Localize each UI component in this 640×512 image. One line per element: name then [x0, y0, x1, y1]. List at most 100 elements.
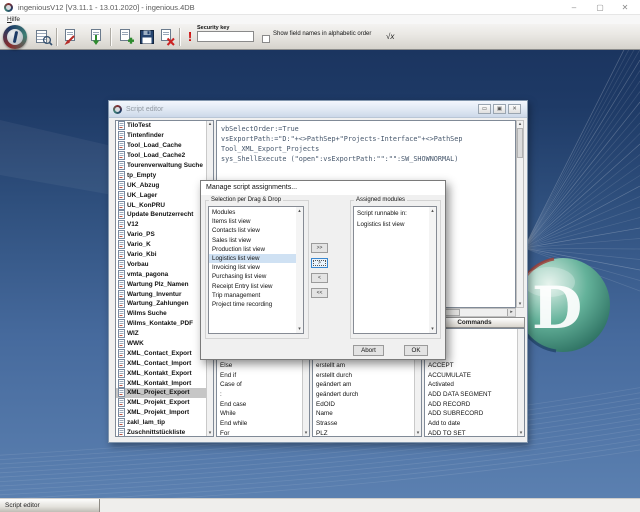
keyword-item[interactable]: While	[217, 409, 302, 419]
new-script-button[interactable]	[116, 27, 136, 47]
script-list-item[interactable]: vmta_pagona	[116, 269, 206, 279]
script-list-item[interactable]: Tourenverwaltung Suche	[116, 161, 206, 171]
keyword-item[interactable]: End case	[217, 400, 302, 410]
selection-list-item[interactable]: Trip management	[209, 291, 296, 300]
command-item[interactable]: Activated	[425, 380, 517, 390]
script-list-item[interactable]: V12	[116, 220, 206, 230]
field-item[interactable]: PLZ	[313, 429, 414, 436]
export-script-button[interactable]	[60, 27, 80, 47]
script-list-item[interactable]: Tool_Load_Cache	[116, 141, 206, 151]
selection-list-item[interactable]: Purchasing list view	[209, 272, 296, 281]
menu-hilfe[interactable]: Hilfe	[7, 15, 20, 24]
selection-list-item[interactable]: Invoicing list view	[209, 263, 296, 272]
script-list-item[interactable]: XML_Kontakt_Export	[116, 368, 206, 378]
field-item[interactable]: geändert am	[313, 380, 414, 390]
script-list-item[interactable]: Wartung_Inventur	[116, 289, 206, 299]
scroll-down-icon[interactable]: ▾	[415, 430, 421, 436]
scroll-down-icon[interactable]: ▾	[303, 430, 309, 436]
selection-list-item[interactable]: Receipt Entry list view	[209, 282, 296, 291]
assigned-list-item[interactable]: Logistics list view	[354, 219, 429, 230]
scroll-down-icon[interactable]: ▾	[518, 430, 524, 436]
script-list-item[interactable]: Zuschnittstückliste	[116, 428, 206, 436]
script-list-item[interactable]: Vario_PS	[116, 230, 206, 240]
selection-list-item[interactable]: Items list view	[209, 217, 296, 226]
field-item[interactable]: EdOID	[313, 400, 414, 410]
scroll-down-icon[interactable]: ▾	[296, 326, 303, 332]
delete-script-button[interactable]	[157, 27, 177, 47]
keyword-item[interactable]: :	[217, 390, 302, 400]
command-item[interactable]: ACCUMULATE	[425, 371, 517, 381]
script-editor-titlebar[interactable]: Script editor	[109, 101, 527, 118]
field-item[interactable]: erstellt durch	[313, 371, 414, 381]
scroll-up-icon[interactable]: ▴	[517, 121, 523, 127]
command-item[interactable]: ADD RECORD	[425, 400, 517, 410]
security-key-input[interactable]	[197, 31, 254, 42]
field-item[interactable]: Name	[313, 409, 414, 419]
field-item[interactable]: Strasse	[313, 419, 414, 429]
script-list-item[interactable]: XML_Kontakt_Import	[116, 378, 206, 388]
script-list-item[interactable]: XML_Contact_Export	[116, 348, 206, 358]
script-list-item[interactable]: Wartung Plz_Namen	[116, 279, 206, 289]
scroll-up-icon[interactable]: ▴	[296, 208, 303, 214]
script-list-item[interactable]: Tintenfinder	[116, 131, 206, 141]
script-list-item[interactable]: Update Benutzerrecht	[116, 210, 206, 220]
script-list-item[interactable]: zakl_lam_tip	[116, 418, 206, 428]
scroll-down-icon[interactable]: ▾	[517, 301, 523, 307]
ok-button[interactable]: OK	[404, 345, 428, 356]
transfer-button[interactable]: >	[311, 258, 328, 268]
minimize-button[interactable]: –	[562, 0, 586, 15]
close-button[interactable]: ✕	[613, 0, 637, 15]
field-item[interactable]: geändert durch	[313, 390, 414, 400]
selection-list-item[interactable]: Project time recording	[209, 300, 296, 309]
script-list-item[interactable]: UK_Lager	[116, 190, 206, 200]
script-list-item[interactable]: XML_Projekt_Export	[116, 398, 206, 408]
scroll-right-icon[interactable]: ▸	[507, 309, 515, 316]
taskbar-tab-script-editor[interactable]: Script editor	[0, 499, 100, 512]
selection-list-item[interactable]: Modules	[209, 208, 296, 217]
script-list-item[interactable]: XML_Projekt_Import	[116, 408, 206, 418]
script-list-item[interactable]: UK_Abzug	[116, 180, 206, 190]
script-list-item[interactable]: XML_Project_Export	[116, 388, 206, 398]
scroll-up-icon[interactable]: ▴	[207, 121, 213, 127]
child-maximize-button[interactable]: ▣	[493, 104, 506, 114]
script-list-item[interactable]: TiloTest	[116, 121, 206, 131]
command-item[interactable]: ADD TO SET	[425, 429, 517, 436]
script-list-item[interactable]: Wilms Suche	[116, 309, 206, 319]
script-list-item[interactable]: WIZ	[116, 329, 206, 339]
script-list-item[interactable]: Tool_Load_Cache2	[116, 151, 206, 161]
scroll-down-icon[interactable]: ▾	[207, 430, 213, 436]
keyword-item[interactable]: End if	[217, 371, 302, 381]
transfer-button[interactable]: <<	[311, 288, 328, 298]
selection-list-item[interactable]: Contacts list view	[209, 226, 296, 235]
execute-script-button[interactable]: !	[183, 27, 197, 47]
keyword-item[interactable]: End while	[217, 419, 302, 429]
browse-records-button[interactable]	[34, 27, 54, 47]
script-list-item[interactable]: Vorbau	[116, 259, 206, 269]
assigned-list-item[interactable]: Script runnable in:	[354, 208, 429, 219]
command-item[interactable]: ADD DATA SEGMENT	[425, 390, 517, 400]
maximize-button[interactable]: ▢	[588, 0, 612, 15]
formula-icon[interactable]: √x	[386, 32, 394, 41]
command-item[interactable]: Add to date	[425, 419, 517, 429]
child-close-button[interactable]: ✕	[508, 104, 521, 114]
script-list-item[interactable]: UL_KonPRU	[116, 200, 206, 210]
child-minimize-button[interactable]: ▭	[478, 104, 491, 114]
alphabetic-order-checkbox[interactable]	[262, 35, 270, 43]
save-button[interactable]	[137, 27, 157, 47]
command-item[interactable]: ADD SUBRECORD	[425, 409, 517, 419]
script-list-item[interactable]: WWK	[116, 339, 206, 349]
command-item[interactable]: ACCEPT	[425, 361, 517, 371]
import-script-button[interactable]	[86, 27, 106, 47]
script-list-item[interactable]: Wartung_Zahlungen	[116, 299, 206, 309]
keyword-item[interactable]: For	[217, 429, 302, 436]
selection-list-item[interactable]: Logistics list view	[209, 253, 296, 264]
scroll-down-icon[interactable]: ▾	[429, 326, 436, 332]
transfer-button[interactable]: >>	[311, 243, 328, 253]
script-list-item[interactable]: Wilms_Kontakte_PDF	[116, 319, 206, 329]
selection-list-item[interactable]: Production list view	[209, 245, 296, 254]
keyword-item[interactable]: Case of	[217, 380, 302, 390]
script-list-item[interactable]: XML_Contact_Import	[116, 358, 206, 368]
script-list-item[interactable]: Vario_K	[116, 240, 206, 250]
scroll-up-icon[interactable]: ▴	[429, 208, 436, 214]
script-list-item[interactable]: tp_Empty	[116, 170, 206, 180]
